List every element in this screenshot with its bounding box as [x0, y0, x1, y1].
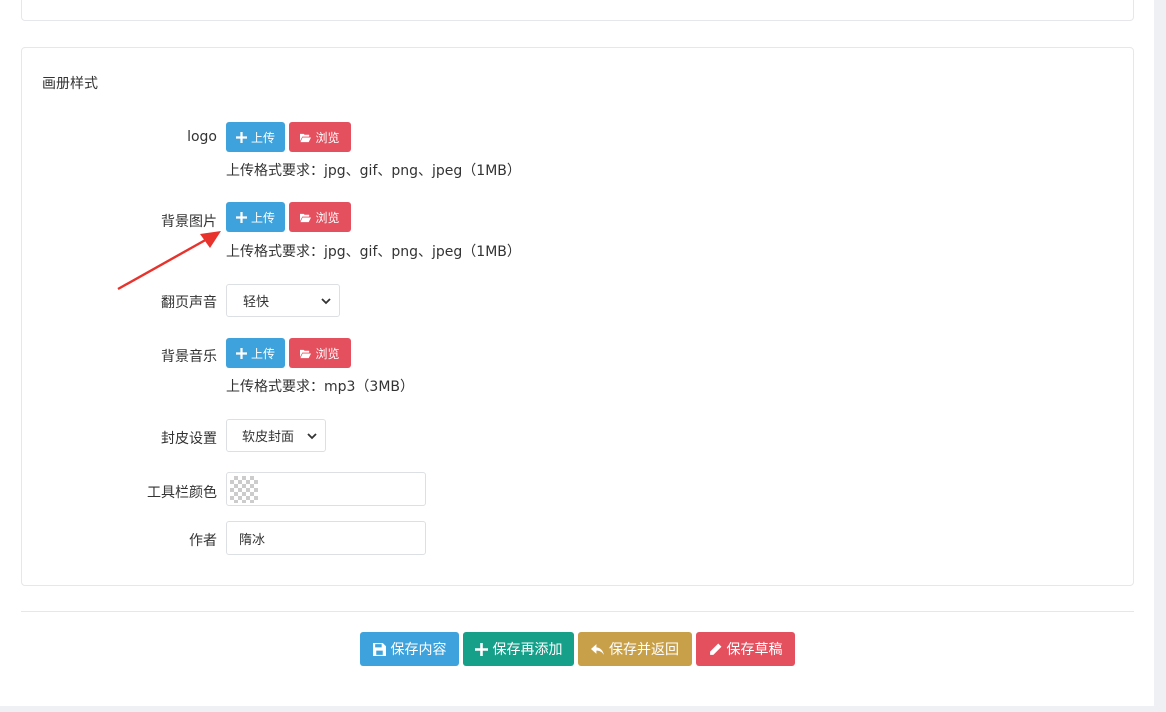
background-image-format-hint: 上传格式要求：jpg、gif、png、jpeg（1MB） — [226, 244, 521, 260]
author-label: 作者 — [189, 533, 217, 549]
previous-panel — [21, 0, 1134, 21]
background-music-label: 背景音乐 — [161, 349, 217, 365]
folder-open-icon — [300, 133, 312, 142]
page-sound-select[interactable]: 轻快 — [226, 284, 340, 317]
color-swatch[interactable] — [230, 476, 258, 503]
upload-label: 上传 — [250, 130, 275, 145]
browse-label: 浏览 — [315, 130, 340, 145]
browse-label: 浏览 — [315, 346, 340, 361]
save-draft-label: 保存草稿 — [726, 642, 783, 658]
divider — [21, 611, 1134, 612]
save-and-add-button[interactable]: 保存再添加 — [463, 632, 574, 666]
upload-label: 上传 — [250, 210, 275, 225]
background-image-browse-button[interactable]: 浏览 — [289, 202, 351, 232]
folder-open-icon — [300, 349, 312, 358]
save-and-return-button[interactable]: 保存并返回 — [578, 632, 692, 666]
logo-upload-button[interactable]: 上传 — [226, 122, 285, 152]
logo-browse-button[interactable]: 浏览 — [289, 122, 351, 152]
plus-icon — [235, 347, 247, 359]
save-content-button[interactable]: 保存内容 — [360, 632, 459, 666]
reply-icon — [591, 643, 604, 655]
cover-setting-value: 软皮封面 — [242, 430, 295, 445]
plus-icon — [474, 642, 488, 656]
toolbar-color-input[interactable] — [226, 472, 426, 506]
plus-icon — [235, 131, 247, 143]
album-style-panel: 画册样式 — [21, 47, 1134, 586]
page-sound-label: 翻页声音 — [161, 295, 217, 311]
toolbar-color-label: 工具栏颜色 — [147, 485, 217, 501]
page-container: 画册样式 logo 上传 浏览 上传格式要求：jpg、gif、png、jpeg（… — [0, 0, 1154, 706]
page-sound-value: 轻快 — [243, 295, 270, 310]
save-draft-button[interactable]: 保存草稿 — [696, 632, 795, 666]
background-image-upload-button[interactable]: 上传 — [226, 202, 285, 232]
cover-setting-select[interactable]: 软皮封面 — [226, 419, 326, 452]
logo-label: logo — [187, 129, 217, 145]
author-input[interactable]: 隋冰 — [226, 521, 426, 555]
background-music-format-hint: 上传格式要求：mp3（3MB） — [226, 379, 415, 395]
logo-format-hint: 上传格式要求：jpg、gif、png、jpeg（1MB） — [226, 163, 521, 179]
annotation-arrow-icon — [117, 231, 221, 291]
floppy-disk-icon — [372, 642, 386, 656]
chevron-down-icon — [321, 298, 331, 305]
save-content-label: 保存内容 — [390, 642, 447, 658]
plus-icon — [235, 211, 247, 223]
chevron-down-icon — [307, 433, 317, 440]
pencil-icon — [709, 643, 721, 655]
background-music-upload-button[interactable]: 上传 — [226, 338, 285, 368]
background-music-browse-button[interactable]: 浏览 — [289, 338, 351, 368]
author-value: 隋冰 — [239, 532, 266, 548]
save-and-return-label: 保存并返回 — [609, 642, 679, 658]
upload-label: 上传 — [250, 346, 275, 361]
section-title: 画册样式 — [42, 76, 98, 92]
browse-label: 浏览 — [315, 210, 340, 225]
folder-open-icon — [300, 213, 312, 222]
cover-setting-label: 封皮设置 — [161, 431, 217, 447]
save-and-add-label: 保存再添加 — [492, 642, 563, 658]
